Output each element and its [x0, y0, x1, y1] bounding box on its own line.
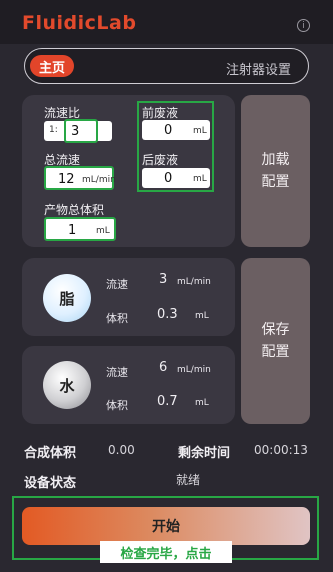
total-flow-input[interactable]: 12 mL/min	[44, 166, 116, 190]
synth-volume-label: 合成体积	[24, 446, 77, 461]
rear-waste-input[interactable]: 0 mL	[142, 168, 210, 188]
load-config-button[interactable]: 加载 配置	[241, 95, 310, 247]
product-volume-value: 1	[68, 223, 77, 238]
remaining-time-value: 00:00:13	[254, 443, 308, 457]
water-flow-label: 流速	[106, 366, 128, 379]
lipid-flow-label: 流速	[106, 278, 128, 291]
product-volume-unit: mL	[96, 226, 110, 236]
rear-waste-value: 0	[164, 171, 173, 186]
device-status-label: 设备状态	[24, 476, 77, 491]
lipid-volume-value: 0.3	[157, 307, 178, 322]
flow-ratio-prefix: 1:	[49, 125, 58, 135]
flow-ratio-value: 3	[71, 124, 80, 139]
lipid-volume-unit: mL	[195, 311, 209, 321]
water-volume-unit: mL	[195, 398, 209, 408]
tab-main[interactable]: 主页	[30, 55, 74, 77]
water-flow-unit: mL/min	[177, 365, 211, 375]
info-icon[interactable]: i	[297, 19, 310, 32]
lipid-icon: 脂	[43, 274, 91, 322]
total-flow-value: 12	[58, 172, 75, 187]
flow-ratio-input[interactable]: 3	[64, 119, 98, 143]
app-logo: FluidicLab	[22, 12, 137, 34]
start-button[interactable]: 开始	[22, 507, 310, 545]
water-icon: 水	[43, 361, 91, 409]
water-volume-value: 0.7	[157, 394, 178, 409]
lipid-flow-unit: mL/min	[177, 277, 211, 287]
rear-waste-unit: mL	[193, 174, 207, 184]
product-volume-input[interactable]: 1 mL	[44, 217, 116, 241]
water-flow-value: 6	[159, 360, 168, 375]
device-status-value: 就绪	[176, 473, 201, 487]
rear-waste-label: 后废液	[142, 153, 179, 167]
lipid-volume-label: 体积	[106, 312, 128, 325]
front-waste-value: 0	[164, 123, 173, 138]
remaining-time-label: 剩余时间	[178, 446, 231, 461]
save-config-button[interactable]: 保存 配置	[241, 258, 310, 424]
tab-syringe-settings[interactable]: 注射器设置	[226, 59, 291, 78]
synth-volume-value: 0.00	[108, 443, 135, 457]
total-flow-unit: mL/min	[82, 175, 116, 185]
water-volume-label: 体积	[106, 399, 128, 412]
hint-label: 检查完毕，点击	[100, 541, 232, 563]
lipid-flow-value: 3	[159, 272, 168, 287]
product-volume-label: 产物总体积	[44, 203, 105, 217]
front-waste-unit: mL	[193, 126, 207, 136]
front-waste-input[interactable]: 0 mL	[142, 120, 210, 140]
front-waste-label: 前废液	[142, 106, 179, 120]
